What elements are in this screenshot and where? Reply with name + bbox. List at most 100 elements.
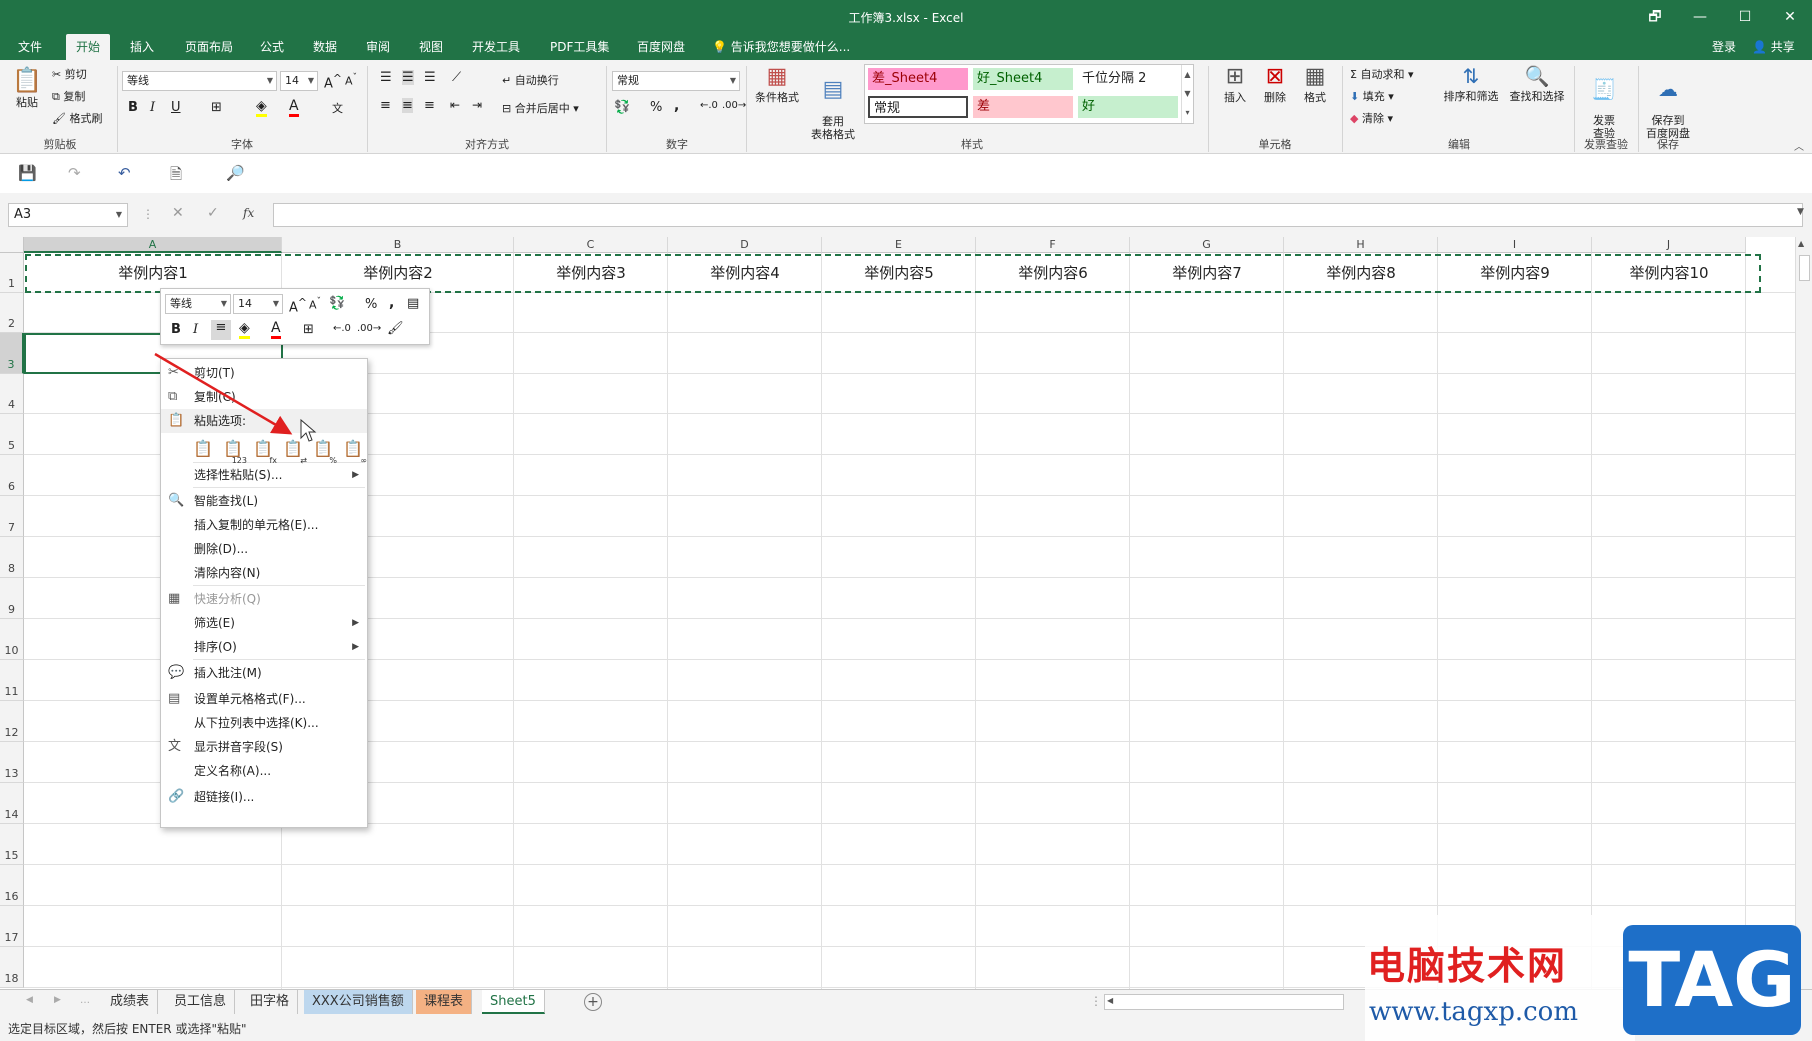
mini-decrease-decimal-button[interactable]: .00→ bbox=[357, 323, 381, 334]
italic-button[interactable]: I bbox=[150, 100, 155, 115]
column-header-g[interactable]: G bbox=[1130, 237, 1284, 253]
decrease-indent-button[interactable]: ⇤ bbox=[450, 98, 460, 112]
paste-formatting-icon[interactable]: 📋% bbox=[311, 439, 337, 465]
sheet-tab-5[interactable]: Sheet5 bbox=[482, 990, 545, 1014]
row-header-2[interactable]: 2 bbox=[0, 293, 24, 333]
menu-item-9[interactable]: 筛选(E) ▶ bbox=[161, 611, 367, 635]
row-header-3[interactable]: 3 bbox=[0, 333, 24, 374]
row-header-7[interactable]: 7 bbox=[0, 496, 24, 537]
underline-button[interactable]: U bbox=[171, 100, 181, 115]
wrap-text-button[interactable]: ↵ 自动换行 bbox=[502, 72, 559, 88]
sheet-tab-0[interactable]: 成绩表 bbox=[102, 990, 159, 1014]
enter-icon[interactable]: ✓ bbox=[207, 205, 219, 221]
fill-button[interactable]: ⬇ 填充 ▾ bbox=[1350, 88, 1394, 104]
cancel-icon[interactable]: ✕ bbox=[172, 205, 184, 221]
next-sheet-icon[interactable]: ▶ bbox=[54, 995, 61, 1005]
style-good[interactable]: 好 bbox=[1078, 96, 1178, 118]
orientation-button[interactable]: ⟋ bbox=[452, 70, 461, 85]
row-header-15[interactable]: 15 bbox=[0, 824, 24, 865]
column-header-b[interactable]: B bbox=[282, 237, 514, 253]
format-painter-button[interactable]: 🖌 格式刷 bbox=[52, 110, 102, 126]
menu-item-0[interactable]: ✂ 剪切(T) bbox=[161, 361, 367, 385]
share-button[interactable]: 👤 共享 bbox=[1752, 34, 1795, 60]
style-thousands-2[interactable]: 千位分隔 2 bbox=[1078, 68, 1178, 90]
add-sheet-button[interactable]: + bbox=[584, 993, 602, 1011]
font-color-button[interactable]: A bbox=[289, 98, 299, 117]
ribbon-display-button[interactable]: 🗗 bbox=[1640, 6, 1670, 28]
number-format-select[interactable]: 常规 ▼ bbox=[612, 71, 740, 91]
row-header-16[interactable]: 16 bbox=[0, 865, 24, 906]
sheet-tab-2[interactable]: 田字格 bbox=[242, 990, 299, 1014]
style-normal[interactable]: 常规 bbox=[868, 96, 968, 118]
redo-icon[interactable]: ↷ bbox=[68, 164, 81, 182]
style-good-sheet4[interactable]: 好_Sheet4 bbox=[973, 68, 1073, 90]
mini-center-button[interactable]: ≡ bbox=[211, 320, 231, 340]
save-icon[interactable]: 💾 bbox=[18, 164, 37, 182]
column-header-e[interactable]: E bbox=[822, 237, 976, 253]
align-bottom-button[interactable]: ☰ bbox=[424, 70, 436, 85]
paste-transpose-icon[interactable]: 📋 ⇄ bbox=[281, 439, 307, 465]
tab-insert[interactable]: 插入 bbox=[120, 34, 164, 60]
tab-file[interactable]: 文件 bbox=[8, 34, 52, 60]
mini-decrease-font-button[interactable]: Aˇ bbox=[309, 296, 321, 312]
row-header-14[interactable]: 14 bbox=[0, 783, 24, 824]
more-sheets-icon[interactable]: … bbox=[80, 995, 90, 1006]
paste-button[interactable]: 📋 粘贴 bbox=[12, 66, 42, 110]
decrease-decimal-button[interactable]: .00→ bbox=[722, 100, 746, 111]
login-link[interactable]: 登录 bbox=[1712, 34, 1736, 60]
style-bad[interactable]: 差 bbox=[973, 96, 1073, 118]
delete-cells-button[interactable]: ⊠ 删除 bbox=[1258, 64, 1292, 105]
menu-item-10[interactable]: 排序(O) ▶ bbox=[161, 635, 367, 659]
menu-item-6[interactable]: 删除(D)... bbox=[161, 537, 367, 561]
tab-formulas[interactable]: 公式 bbox=[250, 34, 294, 60]
mini-fill-color-button[interactable]: ◈ bbox=[239, 320, 250, 339]
menu-item-7[interactable]: 清除内容(N) bbox=[161, 561, 367, 585]
percent-button[interactable]: % bbox=[650, 100, 662, 115]
horizontal-scrollbar[interactable]: ◀ bbox=[1104, 994, 1344, 1010]
zoom-preview-icon[interactable]: 🔎 bbox=[226, 164, 245, 182]
column-header-j[interactable]: J bbox=[1592, 237, 1746, 253]
mini-font-color-button[interactable]: A bbox=[271, 320, 281, 339]
menu-item-4[interactable]: 🔍 智能查找(L) bbox=[161, 489, 367, 513]
mini-bold-button[interactable]: B bbox=[171, 322, 181, 337]
row-header-10[interactable]: 10 bbox=[0, 619, 24, 660]
column-header-f[interactable]: F bbox=[976, 237, 1130, 253]
gallery-scroll[interactable]: ▲ ▼ ▾ bbox=[1181, 65, 1193, 123]
tab-review[interactable]: 审阅 bbox=[356, 34, 400, 60]
tab-pdf-tools[interactable]: PDF工具集 bbox=[540, 34, 619, 60]
fill-color-button[interactable]: ◈ bbox=[256, 98, 267, 117]
column-header-c[interactable]: C bbox=[514, 237, 668, 253]
format-cells-button[interactable]: ▦ 格式 bbox=[1298, 64, 1332, 105]
mini-comma-button[interactable]: , bbox=[389, 295, 394, 311]
merge-center-button[interactable]: ⊟ 合并后居中 ▾ bbox=[502, 100, 579, 116]
menu-item-14[interactable]: 文显示拼音字段(S) bbox=[161, 735, 367, 759]
accounting-format-button[interactable]: 💱 bbox=[614, 100, 630, 115]
mini-number-format-icon[interactable]: 💱 bbox=[329, 296, 345, 311]
borders-button[interactable]: ⊞ bbox=[211, 100, 222, 115]
align-left-button[interactable]: ≡ bbox=[380, 98, 391, 113]
row-header-18[interactable]: 18 bbox=[0, 947, 24, 988]
menu-item-8[interactable]: ▦ 快速分析(Q) bbox=[161, 587, 367, 611]
mini-percent-button[interactable]: % bbox=[365, 297, 377, 312]
prev-sheet-icon[interactable]: ◀ bbox=[26, 995, 33, 1005]
column-header-d[interactable]: D bbox=[668, 237, 822, 253]
row-header-17[interactable]: 17 bbox=[0, 906, 24, 947]
formula-input[interactable] bbox=[273, 203, 1803, 227]
mini-table-icon[interactable]: ▤ bbox=[407, 296, 419, 311]
sheet-tab-3[interactable]: XXX公司销售额 bbox=[304, 990, 413, 1014]
align-top-button[interactable]: ☰ bbox=[380, 70, 392, 85]
font-size-select[interactable]: 14 ▼ bbox=[280, 71, 318, 91]
mini-italic-button[interactable]: I bbox=[193, 322, 198, 337]
mini-increase-decimal-button[interactable]: ←.0 bbox=[333, 323, 351, 334]
scroll-up-icon[interactable]: ▲ bbox=[1798, 239, 1804, 248]
row-header-6[interactable]: 6 bbox=[0, 455, 24, 496]
mini-size-select[interactable]: 14 ▼ bbox=[233, 294, 283, 314]
row-header-12[interactable]: 12 bbox=[0, 701, 24, 742]
print-preview-icon[interactable]: 🗎 bbox=[170, 164, 182, 189]
paste-link-icon[interactable]: 📋 ∞ bbox=[341, 439, 367, 465]
menu-item-12[interactable]: ▤ 设置单元格格式(F)... bbox=[161, 687, 367, 711]
column-header-h[interactable]: H bbox=[1284, 237, 1438, 253]
decrease-font-button[interactable]: Aˇ bbox=[345, 72, 357, 88]
autosum-button[interactable]: Σ 自动求和 ▾ bbox=[1350, 66, 1413, 82]
tab-developer[interactable]: 开发工具 bbox=[462, 34, 530, 60]
